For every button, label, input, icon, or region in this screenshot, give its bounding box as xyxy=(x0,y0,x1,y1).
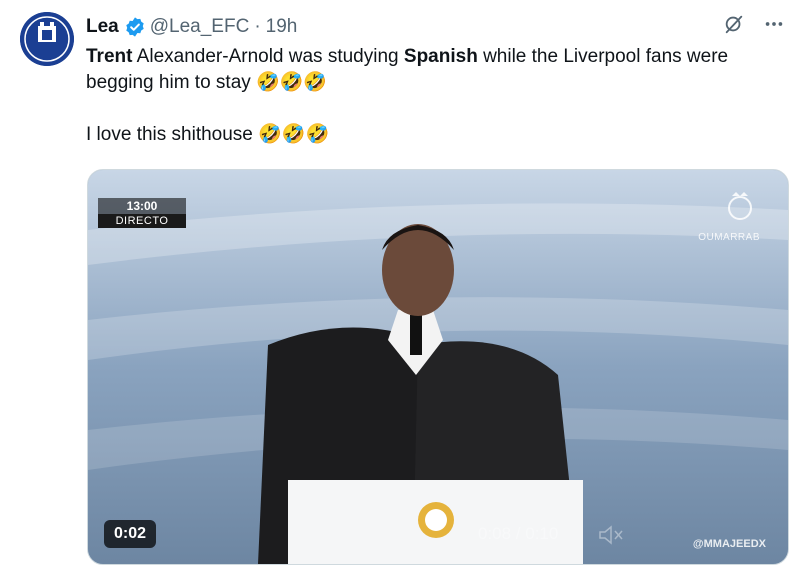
video-frame xyxy=(88,170,788,564)
verified-badge-icon xyxy=(126,17,144,37)
author-name[interactable]: Lea xyxy=(86,16,119,38)
laughing-emoji: 🤣🤣🤣 xyxy=(258,124,330,145)
author-handle[interactable]: @Lea_EFC xyxy=(150,16,250,38)
laughing-emoji: 🤣🤣🤣 xyxy=(256,72,328,93)
video-time-pill: 0:02 xyxy=(104,520,157,548)
tweet-paragraph-2: I love this shithouse 🤣🤣🤣 xyxy=(86,122,776,148)
live-label: DIRECTO xyxy=(98,214,186,228)
text-bold-trent: Trent xyxy=(86,46,133,67)
tweet-header: Lea @Lea_EFC · 19h xyxy=(86,14,297,40)
tweet-paragraph-1: Trent Alexander-Arnold was studying Span… xyxy=(86,44,776,96)
mute-icon[interactable] xyxy=(598,524,624,546)
header-separator: · xyxy=(254,16,261,37)
watermark-bottom: @MMAJEEDX xyxy=(693,538,766,550)
video-player[interactable]: 13:00 DIRECTO OUMARRAB @MMAJEEDX 0:08 / … xyxy=(87,169,789,565)
post-time[interactable]: 19h xyxy=(266,16,298,38)
tweet-text: Trent Alexander-Arnold was studying Span… xyxy=(86,44,776,148)
ghost-time: 0:08 / 0:10 xyxy=(478,524,559,543)
grok-icon[interactable] xyxy=(722,12,746,36)
text-bold-spanish: Spanish xyxy=(403,46,478,67)
watermark-top: OUMARRAB xyxy=(698,232,760,243)
text-segment: Alexander-Arnold was studying xyxy=(132,46,404,67)
author-avatar[interactable] xyxy=(20,12,74,66)
more-icon[interactable] xyxy=(762,12,786,36)
live-badge: 13:00 DIRECTO xyxy=(98,198,186,228)
live-clock: 13:00 xyxy=(98,198,186,214)
watermark-bottom-text: @MMAJEEDX xyxy=(692,538,766,550)
text-segment: I love this shithouse xyxy=(86,124,259,145)
everton-crest-icon xyxy=(20,12,74,66)
tweet-actions-top xyxy=(722,12,786,36)
club-crest-icon xyxy=(728,192,752,220)
